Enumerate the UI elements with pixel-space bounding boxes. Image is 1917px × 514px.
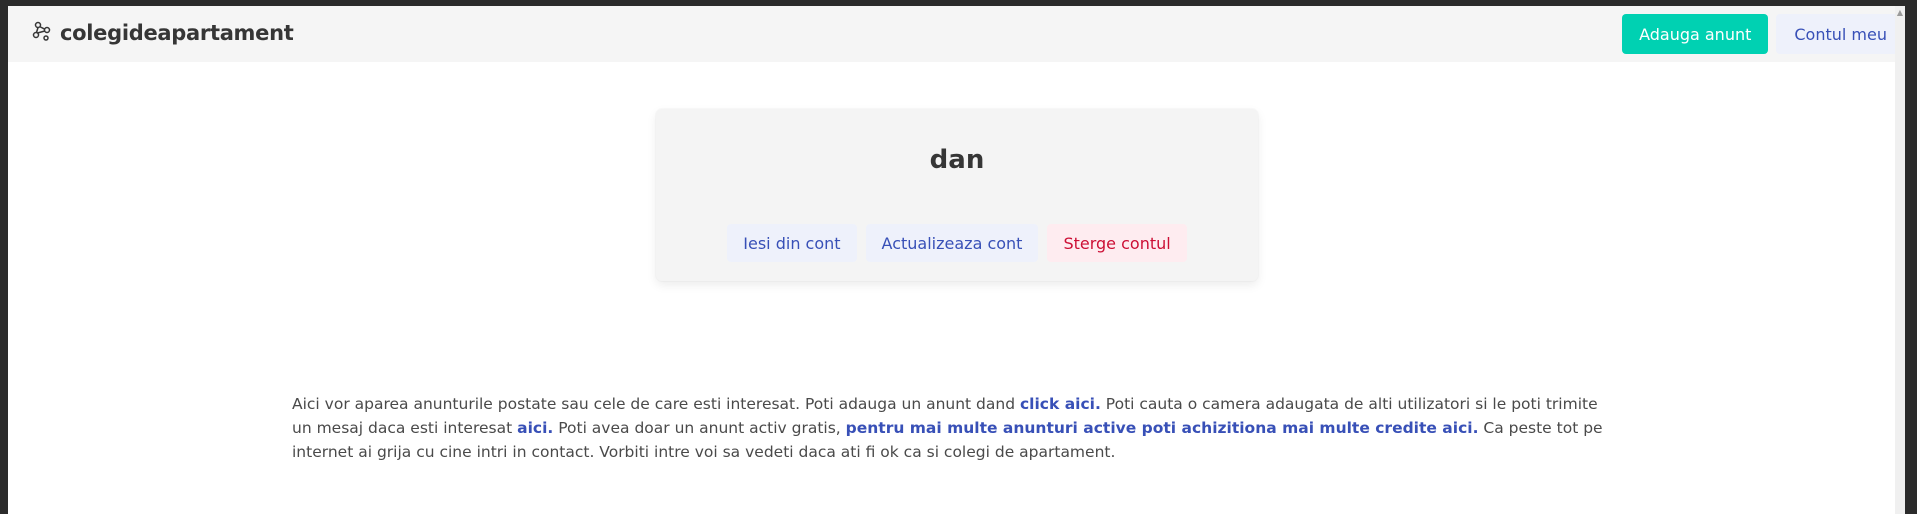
- navbar-actions: Adauga anunt Contul meu: [1622, 14, 1905, 54]
- profile-username: dan: [929, 145, 985, 175]
- info-text-1: Aici vor aparea anunturile postate sau c…: [292, 394, 1020, 413]
- navbar: colegideapartament Adauga anunt Contul m…: [8, 6, 1905, 62]
- scroll-up-arrow-icon[interactable]: ▲: [1895, 8, 1905, 18]
- delete-account-button[interactable]: Sterge contul: [1047, 224, 1187, 262]
- vertical-scrollbar[interactable]: ▲: [1895, 6, 1905, 514]
- info-text-3: Poti avea doar un anunt activ gratis,: [553, 418, 846, 437]
- profile-card: dan Iesi din cont Actualizeaza cont Ster…: [656, 109, 1258, 281]
- share-nodes-icon: [32, 21, 52, 45]
- update-account-button[interactable]: Actualizeaza cont: [865, 224, 1039, 262]
- add-listing-button[interactable]: Adauga anunt: [1622, 14, 1769, 54]
- buy-credits-link[interactable]: pentru mai multe anunturi active poti ac…: [846, 419, 1479, 437]
- logout-button[interactable]: Iesi din cont: [727, 224, 857, 262]
- add-listing-link[interactable]: click aici.: [1020, 395, 1101, 413]
- brand-name: colegideapartament: [60, 21, 294, 45]
- browse-listings-link[interactable]: aici.: [517, 419, 553, 437]
- info-paragraph: Aici vor aparea anunturile postate sau c…: [292, 392, 1622, 464]
- brand-logo-link[interactable]: colegideapartament: [32, 18, 294, 48]
- my-account-button[interactable]: Contul meu: [1776, 14, 1905, 54]
- browser-viewport: colegideapartament Adauga anunt Contul m…: [8, 6, 1905, 514]
- profile-actions: Iesi din cont Actualizeaza cont Sterge c…: [656, 224, 1258, 262]
